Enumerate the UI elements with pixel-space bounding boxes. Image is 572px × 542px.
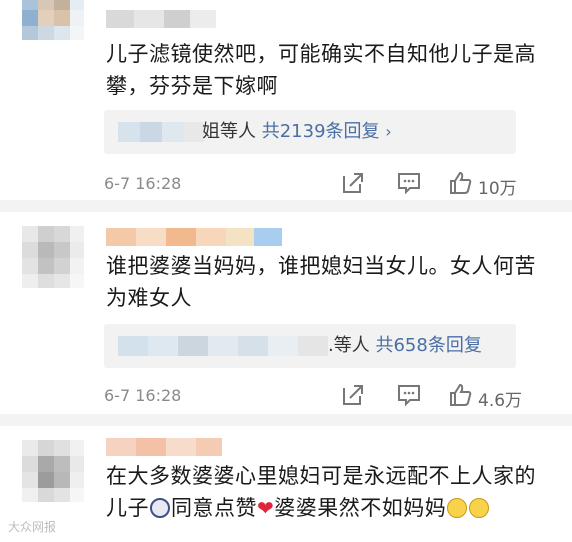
avatar-pixelated[interactable]	[22, 226, 84, 288]
divider	[0, 414, 572, 426]
comment-time: 6-7 16:28	[104, 174, 182, 193]
comment-meta: 6-7 16:28 10万	[104, 170, 524, 200]
replies-summary[interactable]: 姐等人 共2139条回复 ›	[202, 120, 392, 144]
comment-icon[interactable]	[396, 170, 426, 200]
thumbs-up-icon[interactable]	[448, 170, 478, 200]
replies-preview[interactable]: 姐等人 共2139条回复 ›	[104, 110, 516, 154]
replies-suffix: .等人	[328, 335, 370, 356]
comment-text: 在大多数婆婆心里媳妇可是永远配不上人家的儿子 同意点赞❤婆婆果然不如妈妈	[106, 460, 546, 524]
red-heart-emoji-icon: ❤	[257, 496, 275, 520]
crying-face-emoji-icon	[150, 498, 170, 518]
thumbs-up-icon[interactable]	[448, 382, 478, 412]
avatar-pixelated[interactable]	[22, 0, 84, 40]
comment-time: 6-7 16:28	[104, 386, 182, 405]
username-redacted[interactable]	[106, 228, 282, 246]
share-icon[interactable]	[340, 382, 370, 412]
like-count: 10万	[478, 179, 517, 199]
replies-summary[interactable]: .等人 共658条回复	[328, 334, 482, 358]
comment-text-part: 婆婆果然不如妈妈	[274, 496, 447, 520]
pleading-face-emoji-icon	[447, 498, 468, 518]
divider	[0, 200, 572, 212]
avatar-pixelated[interactable]	[22, 440, 84, 502]
comment-text-part: 同意点赞	[171, 496, 257, 520]
comment-text: 儿子滤镜使然吧，可能确实不自知他儿子是高攀，芬芬是下嫁啊	[106, 42, 536, 98]
comment-text: 谁把婆婆当妈妈，谁把媳妇当女儿。女人何苦为难女人	[106, 254, 536, 310]
comment-meta: 6-7 16:28 4.6万	[104, 382, 524, 412]
replier-names-redacted	[118, 122, 204, 142]
username-redacted[interactable]	[106, 438, 222, 456]
comment-item: 谁把婆婆当妈妈，谁把媳妇当女儿。女人何苦为难女人 .等人 共658条回复 6-7…	[0, 212, 572, 417]
reply-count-link[interactable]: 共658条回复	[375, 335, 481, 356]
comment-item: 在大多数婆婆心里媳妇可是永远配不上人家的儿子 同意点赞❤婆婆果然不如妈妈	[0, 426, 572, 542]
share-icon[interactable]	[340, 170, 370, 200]
replier-names-redacted	[118, 336, 328, 356]
username-redacted[interactable]	[106, 10, 216, 28]
comment-item: 儿子滤镜使然吧，可能确实不自知他儿子是高攀，芬芬是下嫁啊 姐等人 共2139条回…	[0, 0, 572, 200]
watermark-text: 大众网报	[8, 520, 57, 534]
like-count: 4.6万	[478, 391, 523, 411]
comment-icon[interactable]	[396, 382, 426, 412]
chevron-right-icon: ›	[385, 122, 392, 141]
replies-preview[interactable]: .等人 共658条回复	[104, 324, 516, 368]
pleading-face-emoji-icon	[469, 498, 490, 518]
reply-count-link[interactable]: 共2139条回复	[262, 121, 380, 142]
replies-suffix: 姐等人	[202, 121, 256, 142]
